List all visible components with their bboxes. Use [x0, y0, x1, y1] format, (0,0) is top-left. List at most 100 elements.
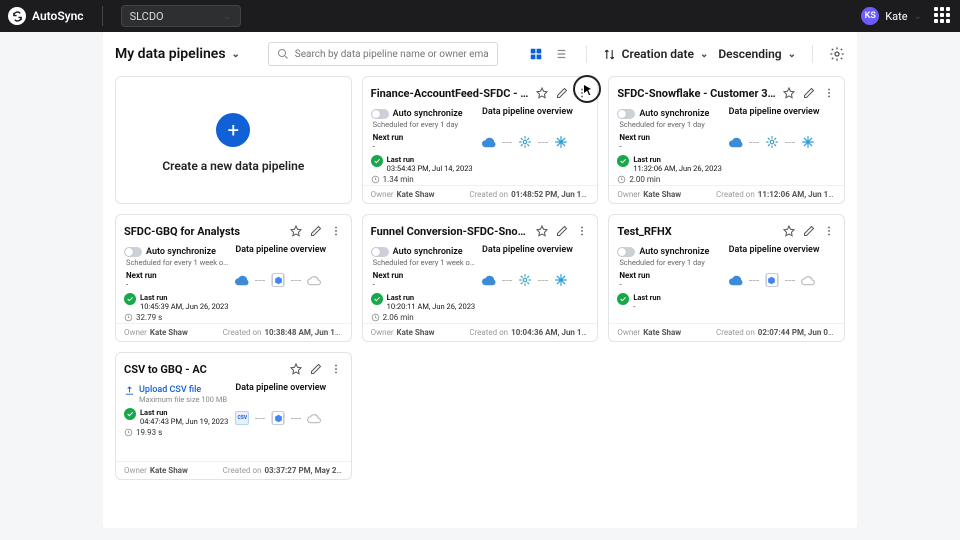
- brand: AutoSync: [8, 7, 84, 25]
- schedule-text: Scheduled for every 1 day: [619, 258, 724, 267]
- node-cloud: [482, 273, 496, 287]
- last-run-label: Last run: [633, 293, 660, 302]
- last-run-time: 04:47:43 PM, Jun 19, 2023: [140, 417, 228, 426]
- pipeline-title: SFDC-Snowflake - Customer 360: [617, 87, 776, 100]
- overview-label: Data pipeline overview: [729, 245, 836, 255]
- more-icon[interactable]: [575, 224, 589, 238]
- node-hub: [518, 273, 532, 287]
- card-footer: OwnerKate ShawCreated on11:12:06 AM, Jun…: [609, 185, 844, 203]
- create-pipeline-card[interactable]: +Create a new data pipeline: [115, 76, 352, 204]
- chevron-down-icon: ⌄: [223, 11, 231, 22]
- pipeline-card[interactable]: SFDC-GBQ for AnalystsAuto synchronizeSch…: [115, 214, 352, 342]
- created-value: 02:07:44 PM, Jun 01, …: [758, 328, 836, 337]
- auto-sync-toggle[interactable]: [617, 247, 635, 257]
- owner-label: Owner: [371, 190, 394, 199]
- app-switcher-icon[interactable]: [934, 7, 952, 25]
- star-icon[interactable]: [782, 86, 796, 100]
- owner-name: Kate Shaw: [397, 190, 435, 199]
- search-icon: [277, 48, 289, 60]
- auto-sync-label: Auto synchronize: [393, 109, 463, 119]
- pipeline-graph: [482, 135, 589, 149]
- pipeline-graph: [482, 273, 589, 287]
- star-icon[interactable]: [289, 362, 303, 376]
- star-icon[interactable]: [535, 224, 549, 238]
- edit-icon[interactable]: [802, 86, 816, 100]
- settings-button[interactable]: [829, 46, 845, 62]
- last-run-time: -: [633, 302, 635, 311]
- created-label: Created on: [469, 328, 508, 337]
- node-bq: [271, 273, 285, 287]
- more-icon[interactable]: [575, 86, 589, 100]
- auto-sync-toggle[interactable]: [371, 247, 389, 257]
- node-cloud: [729, 273, 743, 287]
- more-icon[interactable]: [329, 362, 343, 376]
- topbar: AutoSync SLCDO ⌄ KS Kate ⌄: [0, 0, 960, 32]
- next-run-value: -: [619, 142, 724, 151]
- avatar: KS: [861, 7, 879, 25]
- next-run-label: Next run: [126, 271, 231, 280]
- created-value: 10:38:48 AM, Jun 19, …: [264, 328, 342, 337]
- search-input[interactable]: [295, 49, 489, 60]
- overview-label: Data pipeline overview: [482, 245, 589, 255]
- node-cloud: [482, 135, 496, 149]
- brand-name: AutoSync: [32, 9, 84, 23]
- auto-sync-toggle[interactable]: [124, 247, 142, 257]
- pipeline-title: Test_RFHX: [617, 225, 776, 238]
- pipeline-title: Finance-AccountFeed-SFDC - Snowfl…: [371, 87, 530, 100]
- grid-view-button[interactable]: [526, 44, 546, 64]
- card-footer: OwnerKate ShawCreated on03:37:27 PM, May…: [116, 461, 351, 479]
- edit-icon[interactable]: [309, 224, 323, 238]
- page-title-dropdown[interactable]: My data pipelines ⌄: [115, 46, 240, 62]
- create-label: Create a new data pipeline: [162, 159, 304, 173]
- pipeline-card[interactable]: SFDC-Snowflake - Customer 360Auto synchr…: [608, 76, 845, 204]
- user-name: Kate: [885, 10, 907, 23]
- pipeline-card[interactable]: Funnel Conversion-SFDC-SnowflakeAuto syn…: [362, 214, 599, 342]
- org-selector[interactable]: SLCDO ⌄: [121, 5, 241, 27]
- more-icon[interactable]: [822, 224, 836, 238]
- next-run-value: -: [373, 142, 478, 151]
- duration: 19.93 s: [136, 428, 162, 437]
- pipeline-card[interactable]: Finance-AccountFeed-SFDC - Snowfl… Auto s…: [362, 76, 599, 204]
- duration: 1.34 min: [383, 175, 414, 184]
- duration: 32.79 s: [136, 313, 162, 322]
- search-field[interactable]: [268, 42, 498, 66]
- status-success-icon: [371, 155, 383, 167]
- auto-sync-label: Auto synchronize: [393, 247, 463, 257]
- created-label: Created on: [716, 328, 755, 337]
- star-icon[interactable]: [535, 86, 549, 100]
- upload-csv[interactable]: Upload CSV fileMaximum file size 100 MB: [124, 385, 231, 404]
- pipeline-graph: [235, 273, 342, 287]
- list-view-button[interactable]: [550, 44, 570, 64]
- last-run-time: 10:45:39 AM, Jun 26, 2023: [140, 302, 228, 311]
- edit-icon[interactable]: [555, 224, 569, 238]
- sort-direction-button[interactable]: Descending ⌄: [718, 47, 796, 61]
- owner-name: Kate Shaw: [150, 466, 188, 475]
- edit-icon[interactable]: [802, 224, 816, 238]
- auto-sync-toggle[interactable]: [371, 109, 389, 119]
- main-surface: My data pipelines ⌄ Creation: [103, 32, 857, 528]
- last-run-label: Last run: [633, 155, 660, 164]
- star-icon[interactable]: [782, 224, 796, 238]
- status-success-icon: [617, 293, 629, 305]
- auto-sync-toggle[interactable]: [617, 109, 635, 119]
- more-icon[interactable]: [329, 224, 343, 238]
- next-run-value: -: [619, 280, 724, 289]
- owner-label: Owner: [617, 190, 640, 199]
- node-csv: CSV: [235, 411, 249, 425]
- created-value: 10:04:36 AM, Jun 19, …: [511, 328, 589, 337]
- star-icon[interactable]: [289, 224, 303, 238]
- toolbar: My data pipelines ⌄ Creation: [115, 42, 845, 66]
- more-icon[interactable]: [822, 86, 836, 100]
- edit-icon[interactable]: [555, 86, 569, 100]
- last-run-time: 11:32:06 AM, Jun 26, 2023: [633, 164, 721, 173]
- owner-name: Kate Shaw: [150, 328, 188, 337]
- pipeline-card[interactable]: Test_RFHXAuto synchronizeScheduled for e…: [608, 214, 845, 342]
- card-footer: OwnerKate ShawCreated on10:04:36 AM, Jun…: [363, 323, 598, 341]
- edit-icon[interactable]: [309, 362, 323, 376]
- created-value: 01:48:52 PM, Jun 19, …: [511, 190, 589, 199]
- pipeline-card[interactable]: CSV to GBQ - ACUpload CSV fileMaximum fi…: [115, 352, 352, 480]
- sort-direction-label: Descending: [718, 47, 781, 61]
- card-footer: OwnerKate ShawCreated on10:38:48 AM, Jun…: [116, 323, 351, 341]
- user-menu[interactable]: KS Kate ⌄: [861, 7, 922, 25]
- sort-field-button[interactable]: Creation date ⌄: [603, 47, 709, 61]
